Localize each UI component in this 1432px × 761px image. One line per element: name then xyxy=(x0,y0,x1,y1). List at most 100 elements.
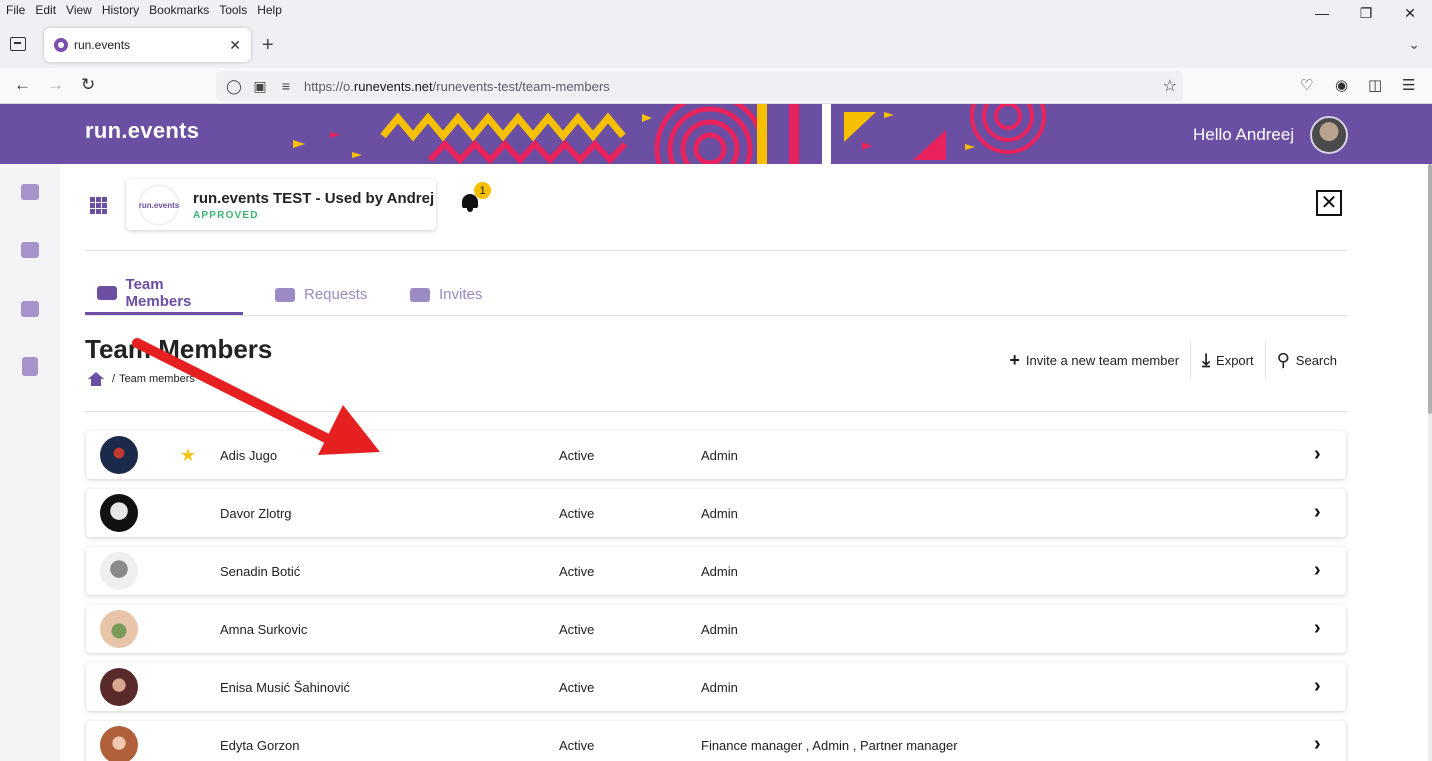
invite-member-button[interactable]: + Invite a new team member xyxy=(998,342,1190,378)
shield-icon[interactable]: ◯ xyxy=(226,78,242,95)
tab-title: run.events xyxy=(74,38,131,52)
notification-count-badge: 1 xyxy=(474,182,491,199)
list-item[interactable]: Edyta Gorzon Active Finance manager , Ad… xyxy=(86,721,1346,761)
avatar xyxy=(100,494,138,532)
member-roles: Finance manager , Admin , Partner manage… xyxy=(701,738,958,753)
member-roles: Admin xyxy=(701,448,738,463)
chevron-down-icon[interactable]: ⌄ xyxy=(1408,36,1420,53)
url-bar[interactable]: ◯ ▣ ≡ https://o.runevents.net/runevents-… xyxy=(216,71,1183,101)
chat-icon xyxy=(275,287,295,302)
browser-tab[interactable]: run.events ✕ xyxy=(44,28,251,62)
member-status: Active xyxy=(559,564,595,579)
user-avatar[interactable] xyxy=(1310,116,1348,154)
member-roles: Admin xyxy=(701,506,738,521)
menu-help[interactable]: Help xyxy=(252,3,287,17)
home-icon[interactable] xyxy=(88,372,104,386)
chevron-right-icon[interactable]: › xyxy=(1314,675,1321,698)
clipboard-icon[interactable] xyxy=(22,357,38,376)
card-icon xyxy=(410,287,430,302)
bookmark-star-icon[interactable]: ☆ xyxy=(1163,76,1177,96)
reload-icon[interactable]: ↻ xyxy=(81,75,95,95)
forward-icon[interactable]: → xyxy=(47,75,64,95)
tab-bar: run.events ✕ + ⌄ xyxy=(0,20,1432,68)
menu-tools[interactable]: Tools xyxy=(214,3,252,17)
notifications-bell-icon[interactable]: 1 xyxy=(460,182,491,212)
search-button[interactable]: ⚲ Search xyxy=(1264,342,1348,378)
page-title: Team Members xyxy=(85,334,273,364)
chevron-right-icon[interactable]: › xyxy=(1314,733,1321,756)
menu-file[interactable]: File xyxy=(0,3,30,17)
tab-invites[interactable]: Invites xyxy=(398,274,494,315)
close-tab-icon[interactable]: ✕ xyxy=(229,37,241,54)
menu-edit[interactable]: Edit xyxy=(30,3,61,17)
chevron-right-icon[interactable]: › xyxy=(1314,443,1321,466)
list-item[interactable]: ★ Adis Jugo Active Admin › xyxy=(86,431,1346,479)
avatar xyxy=(100,668,138,706)
member-roles: Admin xyxy=(701,680,738,695)
org-status-badge: APPROVED xyxy=(193,210,259,221)
image-icon[interactable] xyxy=(21,242,39,258)
member-status: Active xyxy=(559,448,595,463)
breadcrumb-separator: / xyxy=(112,373,116,385)
member-status: Active xyxy=(559,680,595,695)
account-icon[interactable]: ◉ xyxy=(1335,76,1348,94)
search-icon: ⚲ xyxy=(1276,349,1290,370)
pocket-icon[interactable]: ♡ xyxy=(1300,76,1313,94)
menu-view[interactable]: View xyxy=(61,3,97,17)
divider xyxy=(85,411,1347,412)
export-button[interactable]: ⤓ Export xyxy=(1190,342,1265,378)
chevron-right-icon[interactable]: › xyxy=(1314,617,1321,640)
list-all-tabs-icon[interactable] xyxy=(10,37,26,51)
folder-icon[interactable] xyxy=(21,301,39,317)
org-name: run.events TEST - Used by Andrej xyxy=(193,190,435,207)
page-scrollbar[interactable] xyxy=(1428,164,1432,761)
member-name: Enisa Musić Šahinović xyxy=(220,680,351,695)
menu-bookmarks[interactable]: Bookmarks xyxy=(144,3,214,17)
member-roles: Admin xyxy=(701,564,738,579)
org-logo: run.events xyxy=(139,186,179,224)
member-name: Edyta Gorzon xyxy=(220,738,300,753)
banner-divider xyxy=(822,104,831,164)
chevron-right-icon[interactable]: › xyxy=(1314,559,1321,582)
close-icon[interactable]: ✕ xyxy=(1316,190,1342,216)
chat-icon[interactable] xyxy=(21,184,39,200)
list-item[interactable]: Enisa Musić Šahinović Active Admin › xyxy=(86,663,1346,711)
menu-bar: File Edit View History Bookmarks Tools H… xyxy=(0,0,1432,20)
list-item[interactable]: Amna Surkovic Active Admin › xyxy=(86,605,1346,653)
app-logo[interactable]: run.events xyxy=(85,118,199,144)
url-text[interactable]: https://o.runevents.net/runevents-test/t… xyxy=(304,79,610,94)
member-name: Senadin Botić xyxy=(220,564,301,579)
toolbar: + Invite a new team member ⤓ Export ⚲ Se… xyxy=(998,342,1348,378)
tab-requests[interactable]: Requests xyxy=(263,274,379,315)
extensions-icon[interactable]: ◫ xyxy=(1368,76,1382,94)
favicon-icon xyxy=(54,38,68,52)
main-content: run.events run.events TEST - Used by And… xyxy=(60,164,1428,761)
member-name: Adis Jugo xyxy=(220,448,278,463)
list-item[interactable]: Senadin Botić Active Admin › xyxy=(86,547,1346,595)
member-status: Active xyxy=(559,506,595,521)
member-roles: Admin xyxy=(701,622,738,637)
menu-history[interactable]: History xyxy=(97,3,144,17)
organization-card[interactable]: run.events run.events TEST - Used by And… xyxy=(126,179,436,230)
chevron-right-icon[interactable]: › xyxy=(1314,501,1321,524)
user-greeting: Hello Andreej xyxy=(1193,125,1295,144)
divider xyxy=(85,250,1347,251)
permissions-icon[interactable]: ≡ xyxy=(278,78,294,94)
avatar xyxy=(100,610,138,648)
back-icon[interactable]: ← xyxy=(14,75,31,95)
lock-icon[interactable]: ▣ xyxy=(252,78,268,95)
star-icon[interactable]: ★ xyxy=(180,446,196,464)
breadcrumb: / Team members xyxy=(88,372,195,386)
member-name: Amna Surkovic xyxy=(220,622,308,637)
people-icon xyxy=(97,286,117,300)
hamburger-menu-icon[interactable]: ☰ xyxy=(1402,76,1415,94)
avatar xyxy=(100,726,138,761)
new-tab-icon[interactable]: + xyxy=(262,35,274,55)
list-item[interactable]: Davor Zlotrg Active Admin › xyxy=(86,489,1346,537)
plus-icon: + xyxy=(1009,349,1020,370)
app-header: run.events Hello Andreej xyxy=(0,104,1432,164)
apps-grid-icon[interactable] xyxy=(90,197,107,214)
tab-team-members[interactable]: Team Members xyxy=(85,274,243,315)
avatar xyxy=(100,552,138,590)
section-tabs: Team Members Requests Invites xyxy=(85,274,1347,316)
